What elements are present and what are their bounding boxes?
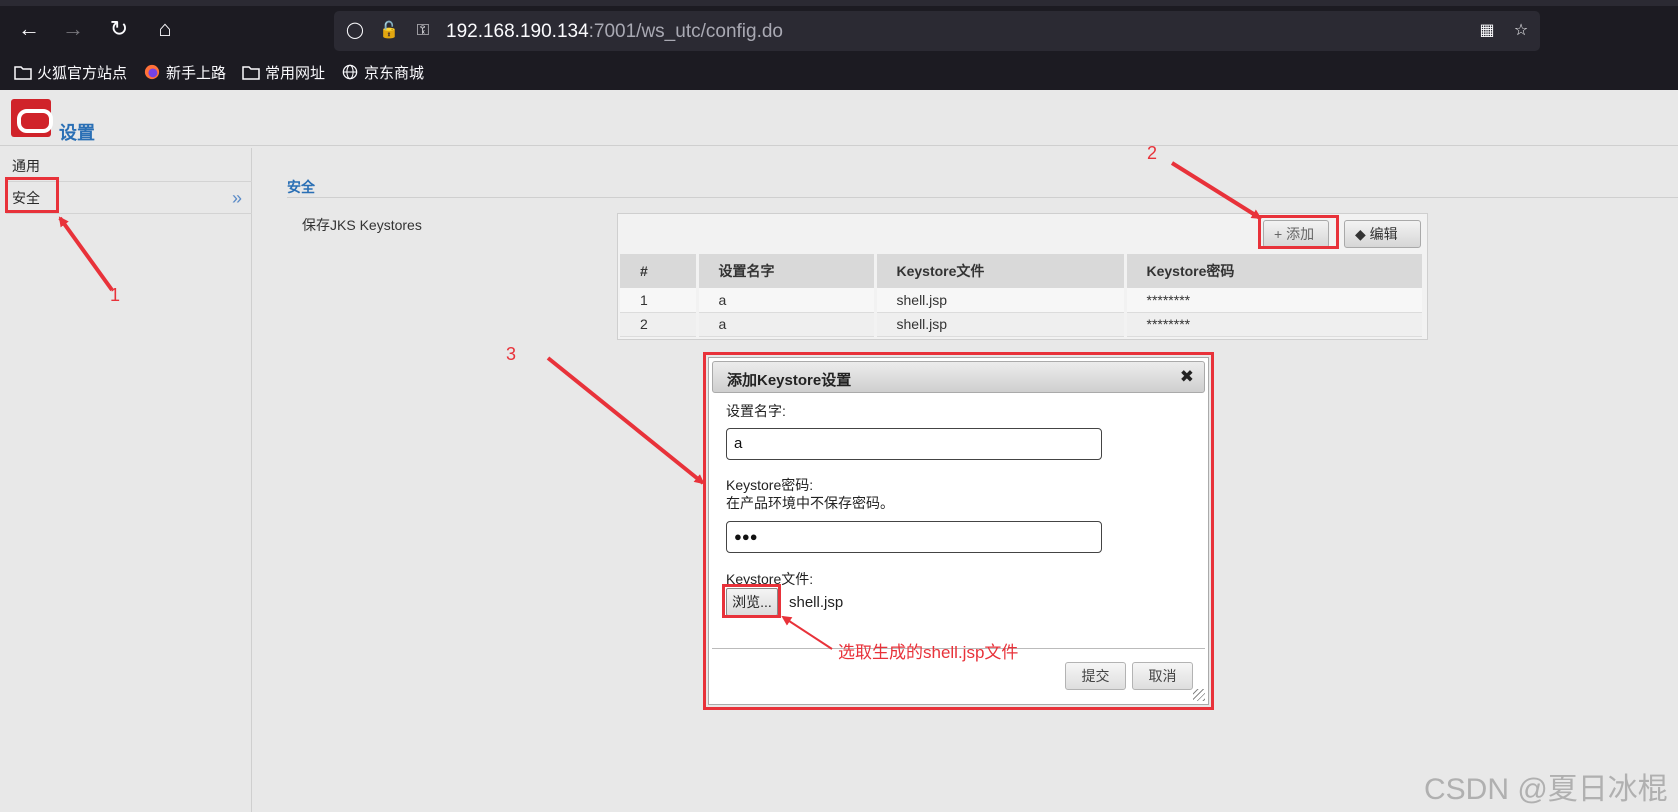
firefox-icon bbox=[144, 64, 160, 80]
address-bar[interactable]: ◯ 🔓 ⚿ 192.168.190.134:7001/ws_utc/config… bbox=[334, 11, 1540, 51]
shield-icon[interactable]: ◯ bbox=[344, 20, 366, 42]
bookmark-item[interactable]: 常用网址 bbox=[242, 60, 325, 84]
folder-icon bbox=[242, 66, 260, 80]
column-header[interactable]: 设置名字 bbox=[697, 254, 877, 288]
arrow-2 bbox=[1170, 161, 1262, 220]
home-icon[interactable]: ⌂ bbox=[150, 14, 180, 44]
table-cell: a bbox=[697, 312, 877, 337]
table-header-row: # 设置名字 Keystore文件 Keystore密码 bbox=[620, 254, 1425, 288]
reload-icon[interactable]: ↻ bbox=[104, 14, 134, 44]
sidebar: 通用 安全 » bbox=[0, 148, 252, 812]
section-divider bbox=[287, 197, 1678, 198]
browser-toolbar: ← → ↻ ⌂ ◯ 🔓 ⚿ 192.168.190.134:7001/ws_ut… bbox=[0, 0, 1678, 90]
url-path: :7001/ws_utc/config.do bbox=[588, 21, 783, 42]
annotation-number-3: 3 bbox=[506, 344, 517, 364]
table-cell: ******** bbox=[1125, 312, 1425, 337]
keystores-label: 保存JKS Keystores bbox=[302, 217, 422, 233]
bookmark-label: 新手上路 bbox=[166, 64, 227, 82]
table-cell: ******** bbox=[1125, 288, 1425, 313]
url-host: 192.168.190.134 bbox=[446, 21, 589, 42]
table-row[interactable]: 2 a shell.jsp ******** bbox=[620, 312, 1425, 337]
double-chevron-right-icon: » bbox=[231, 188, 242, 208]
forward-icon[interactable]: → bbox=[58, 14, 88, 44]
column-header[interactable]: Keystore密码 bbox=[1125, 254, 1425, 288]
annotation-note: 选取生成的shell.jsp文件 bbox=[838, 643, 1019, 662]
bookmark-label: 火狐官方站点 bbox=[37, 64, 128, 82]
table-row[interactable]: 1 a shell.jsp ******** bbox=[620, 288, 1425, 313]
bookmark-item[interactable]: 火狐官方站点 bbox=[14, 60, 127, 84]
globe-icon bbox=[342, 64, 358, 80]
bookmark-label: 常用网址 bbox=[265, 64, 326, 82]
sidebar-item-label: 通用 bbox=[12, 158, 40, 174]
highlight-box-security bbox=[5, 177, 59, 213]
watermark: CSDN @夏日冰棍 bbox=[1424, 773, 1668, 806]
table-cell: a bbox=[697, 288, 877, 313]
tab-strip-edge bbox=[0, 0, 1678, 6]
edit-button[interactable]: ◆ 编辑 bbox=[1344, 220, 1421, 248]
url-text[interactable]: 192.168.190.134:7001/ws_utc/config.do bbox=[446, 21, 783, 43]
bookmark-item[interactable]: 新手上路 bbox=[143, 60, 226, 84]
highlight-box-browse bbox=[722, 584, 781, 618]
keystores-table: # 设置名字 Keystore文件 Keystore密码 1 a shell.j… bbox=[620, 254, 1425, 337]
annotation-number-2: 2 bbox=[1147, 143, 1158, 163]
section-title: 安全 bbox=[287, 179, 315, 195]
folder-icon bbox=[14, 66, 32, 80]
bookmark-item[interactable]: 京东商城 bbox=[341, 60, 424, 84]
table-cell: 2 bbox=[620, 312, 699, 337]
insecure-lock-icon[interactable]: 🔓 bbox=[378, 20, 400, 42]
arrow-3 bbox=[546, 356, 705, 485]
table-cell: shell.jsp bbox=[875, 288, 1127, 313]
qr-code-icon[interactable]: ▦ bbox=[1476, 20, 1498, 42]
annotation-number-1: 1 bbox=[110, 285, 121, 305]
tag-icon: ◆ bbox=[1355, 226, 1370, 242]
back-icon[interactable]: ← bbox=[14, 14, 44, 44]
header-divider bbox=[0, 145, 1678, 146]
highlight-box-add bbox=[1258, 215, 1339, 249]
oracle-logo bbox=[11, 99, 53, 137]
column-header[interactable]: Keystore文件 bbox=[875, 254, 1127, 288]
bookmark-label: 京东商城 bbox=[364, 64, 425, 82]
column-header[interactable]: # bbox=[620, 254, 699, 288]
bookmarks-bar: 火狐官方站点 新手上路 常用网址 京东商城 bbox=[14, 60, 424, 84]
table-cell: shell.jsp bbox=[875, 312, 1127, 337]
page-title: 设置 bbox=[59, 123, 95, 143]
table-cell: 1 bbox=[620, 288, 699, 313]
bookmark-star-icon[interactable]: ☆ bbox=[1510, 20, 1532, 42]
key-icon[interactable]: ⚿ bbox=[412, 20, 434, 42]
edit-button-label: 编辑 bbox=[1369, 226, 1398, 242]
